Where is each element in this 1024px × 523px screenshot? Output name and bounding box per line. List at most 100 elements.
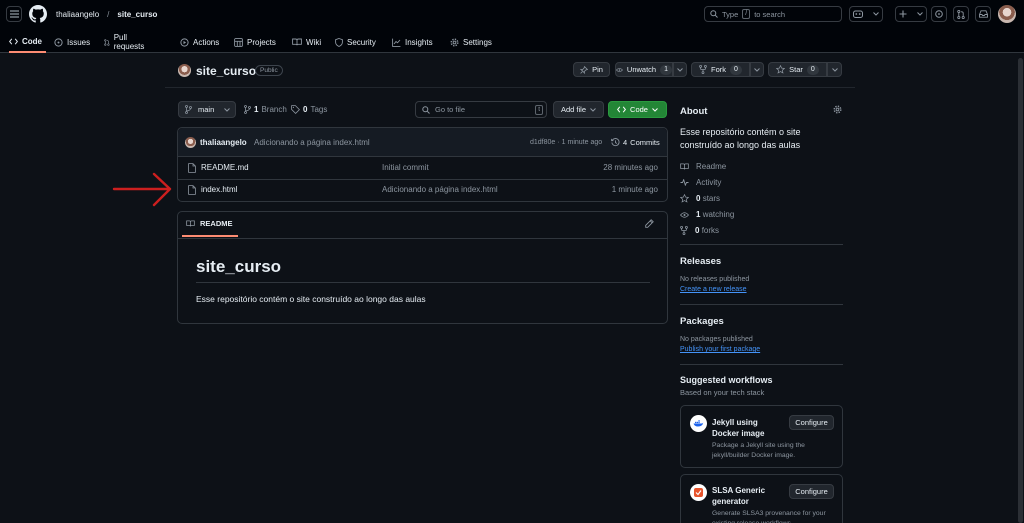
commit-hash[interactable]: d1df80e — [530, 139, 555, 146]
commit-message[interactable]: Adicionando a página index.html — [254, 138, 370, 147]
forks-text: 0 forks — [695, 226, 719, 235]
file-row[interactable]: index.html Adicionando a página index.ht… — [178, 180, 667, 201]
suggested-workflows-title: Suggested workflows — [680, 375, 773, 385]
unwatch-dropdown-button[interactable] — [673, 62, 687, 77]
edit-readme-button[interactable] — [645, 219, 655, 229]
annotation-arrow — [112, 172, 172, 207]
suggested-workflows-subtitle: Based on your tech stack — [680, 388, 765, 397]
stars-text: 0 stars — [696, 194, 720, 203]
commit-author-avatar[interactable] — [185, 137, 196, 148]
breadcrumb-owner[interactable]: thaliaangelo — [56, 10, 99, 19]
configure-button[interactable]: Configure — [789, 415, 834, 430]
fork-button[interactable]: Fork 0 — [691, 62, 750, 77]
search-input[interactable]: Type / to search — [704, 6, 842, 22]
tab-issues[interactable]: Issues — [54, 31, 90, 53]
history-icon — [611, 138, 620, 147]
file-name[interactable]: index.html — [201, 185, 237, 194]
fork-dropdown-button[interactable] — [750, 62, 764, 77]
pull-requests-shortcut-button[interactable] — [953, 6, 969, 22]
activity-link[interactable]: Activity — [680, 178, 721, 187]
star-icon — [776, 65, 786, 74]
tab-code[interactable]: Code — [9, 31, 46, 53]
readme-tab[interactable]: README — [182, 212, 238, 237]
tab-settings-label: Settings — [463, 37, 492, 47]
unwatch-button[interactable]: Unwatch 1 — [615, 62, 673, 77]
commit-author[interactable]: thaliaangelo — [200, 138, 247, 147]
pencil-icon — [645, 219, 654, 228]
gear-icon — [450, 37, 459, 47]
play-icon — [180, 37, 189, 47]
tab-issues-label: Issues — [67, 37, 91, 47]
chevron-down-icon — [652, 107, 658, 112]
readme-heading-rule — [196, 282, 650, 283]
publish-package-link[interactable]: Publish your first package — [680, 346, 760, 353]
releases-title[interactable]: Releases — [680, 256, 721, 267]
book-icon — [292, 38, 302, 46]
branch-select-button[interactable]: main — [178, 101, 236, 118]
chevron-down-icon — [590, 107, 596, 112]
hamburger-menu-button[interactable] — [6, 6, 22, 22]
tab-security[interactable]: Security — [335, 31, 376, 53]
commits-label: Commits — [630, 138, 660, 147]
copilot-button[interactable] — [849, 6, 883, 22]
fork-icon — [680, 226, 688, 235]
go-to-file-placeholder: Go to file — [435, 105, 466, 114]
user-avatar[interactable] — [998, 5, 1016, 23]
star-dropdown-button[interactable] — [827, 62, 842, 77]
stars-link[interactable]: 0 stars — [680, 194, 720, 203]
breadcrumb-separator: / — [107, 10, 110, 19]
file-row[interactable]: README.md Initial commit 28 minutes ago — [178, 157, 667, 179]
readme-body: Esse repositório contém o site construíd… — [196, 294, 426, 304]
inbox-button[interactable] — [975, 6, 991, 22]
branch-icon — [185, 105, 192, 114]
tab-wiki[interactable]: Wiki — [292, 31, 321, 53]
pin-label: Pin — [592, 65, 603, 74]
tags-link[interactable]: 0 Tags — [291, 105, 327, 114]
workflow-title: Jekyll using Docker image — [712, 418, 765, 438]
file-time: 1 minute ago — [611, 185, 658, 194]
forks-link[interactable]: 0 forks — [680, 226, 719, 235]
code-button[interactable]: Code — [608, 101, 667, 118]
issues-shortcut-button[interactable] — [931, 6, 947, 22]
repo-owner-avatar[interactable] — [178, 64, 191, 77]
packages-title[interactable]: Packages — [680, 316, 724, 327]
create-new-button[interactable] — [895, 6, 927, 22]
watchers-link[interactable]: 1 watching — [680, 210, 734, 219]
readme-heading: site_curso — [196, 257, 282, 276]
branches-link[interactable]: 1 Branch — [244, 105, 287, 114]
file-commit-message[interactable]: Initial commit — [382, 163, 429, 172]
tab-settings[interactable]: Settings — [450, 31, 492, 53]
about-settings-button[interactable] — [833, 105, 843, 115]
configure-button[interactable]: Configure — [789, 484, 834, 499]
pin-button[interactable]: Pin — [573, 62, 610, 77]
about-description: Esse repositório contém o site construíd… — [680, 127, 801, 150]
breadcrumb-repo[interactable]: site_curso — [117, 10, 157, 19]
commits-history-link[interactable]: 4 Commits — [611, 138, 660, 147]
file-commit-message[interactable]: Adicionando a página index.html — [382, 185, 498, 194]
shield-icon — [335, 37, 343, 47]
go-to-file-input[interactable]: Go to file t — [415, 101, 547, 118]
star-button[interactable]: Star 0 — [768, 62, 827, 77]
tab-pull-requests[interactable]: Pull requests — [104, 31, 147, 53]
pull-request-icon — [104, 38, 110, 46]
plus-icon — [899, 10, 907, 18]
stars-count: 0 — [696, 194, 701, 203]
repo-title[interactable]: site_curso — [196, 64, 256, 78]
add-file-button[interactable]: Add file — [553, 101, 604, 118]
readme-link[interactable]: Readme — [680, 162, 726, 171]
watching-label: watching — [702, 210, 735, 219]
graph-icon — [392, 38, 401, 47]
tab-actions[interactable]: Actions — [180, 31, 219, 53]
visibility-badge: Public — [255, 65, 283, 76]
tab-insights[interactable]: Insights — [392, 31, 433, 53]
tab-projects[interactable]: Projects — [234, 31, 276, 53]
create-release-link[interactable]: Create a new release — [680, 286, 747, 293]
github-logo-icon[interactable] — [29, 5, 47, 23]
forks-label: forks — [701, 226, 720, 235]
stars-label: stars — [702, 194, 721, 203]
page-scrollbar[interactable] — [1018, 58, 1023, 523]
workflow-card: Jekyll using Docker image Configure Pack… — [680, 405, 843, 468]
about-title: About — [680, 106, 708, 117]
readme-header-divider — [178, 238, 667, 239]
file-name[interactable]: README.md — [201, 163, 249, 172]
